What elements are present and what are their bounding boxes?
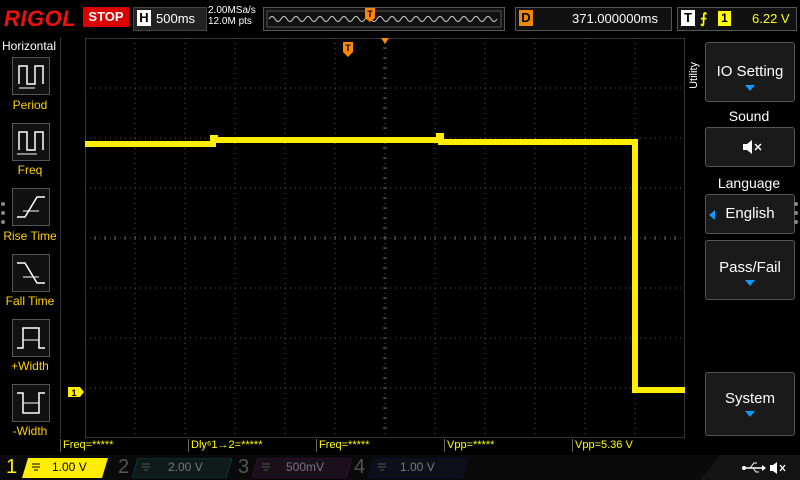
channel-3-indicator[interactable]: 3 500mV xyxy=(232,455,352,480)
pass-fail-label: Pass/Fail xyxy=(719,259,781,276)
right-scroll-indicator xyxy=(794,202,798,224)
meas-result-2[interactable]: Dly⁶1→2=***** xyxy=(188,439,315,452)
system-button[interactable]: System xyxy=(705,372,795,436)
freq-icon[interactable] xyxy=(12,123,50,161)
channel-2-indicator[interactable]: 2 2.00 V xyxy=(112,455,232,480)
delay-indicator[interactable]: D 371.000000ms xyxy=(515,7,672,31)
channel-bar: 1 1.00 V 2 2.00 V 3 500mV 4 1.00 V xyxy=(0,455,800,480)
meas-result-1[interactable]: Freq=***** xyxy=(60,439,187,452)
freq-label: Freq xyxy=(17,163,43,177)
delay-value: 371.000000ms xyxy=(572,11,659,26)
trigger-letter: T xyxy=(681,10,695,26)
channel-1-scale: 1.00 V xyxy=(52,460,87,474)
channel-2-number: 2 xyxy=(118,456,130,478)
meas-result-5[interactable]: Vpp=5.36 V xyxy=(572,439,699,452)
language-button[interactable]: English xyxy=(705,194,795,234)
trigger-level: 6.22 V xyxy=(752,11,790,26)
speaker-mute-icon xyxy=(743,140,762,154)
io-setting-label: IO Setting xyxy=(716,63,784,80)
neg-width-icon[interactable] xyxy=(12,384,50,422)
pos-width-label: +Width xyxy=(11,359,49,373)
memory-depth-value: 12.0M pts xyxy=(208,16,252,27)
ch1-offset-marker[interactable]: 1 xyxy=(68,386,84,398)
status-icons xyxy=(700,455,800,480)
chevron-down-icon xyxy=(745,280,755,286)
overview-trigger-letter: T xyxy=(367,9,373,19)
language-value: English xyxy=(725,205,775,222)
left-scroll-indicator xyxy=(1,202,5,224)
acquisition-info: 2.00MSa/s 12.0M pts xyxy=(208,5,256,27)
fall-time-icon[interactable] xyxy=(12,254,50,292)
channel-4-indicator[interactable]: 4 1.00 V xyxy=(348,455,468,480)
timebase-letter: H xyxy=(137,10,151,26)
delay-letter: D xyxy=(519,10,533,26)
pos-width-icon[interactable] xyxy=(12,319,50,357)
timebase-value: 500ms xyxy=(156,11,196,26)
channel-1-number: 1 xyxy=(6,456,18,478)
timebase-indicator[interactable]: H 500ms xyxy=(133,7,207,31)
measure-menu: Horizontal Period Freq Rise Time Fall Ti… xyxy=(0,37,61,438)
channel-4-number: 4 xyxy=(354,456,366,478)
measure-menu-title: Horizontal xyxy=(2,39,57,53)
trigger-source: 1 xyxy=(718,11,731,26)
sound-button[interactable] xyxy=(705,127,795,167)
measurement-results-bar: Freq=***** Dly⁶1→2=***** Freq=***** Vpp=… xyxy=(60,439,700,453)
channel-1-indicator[interactable]: 1 1.00 V xyxy=(0,455,108,480)
overview-wave xyxy=(266,10,502,28)
period-icon[interactable] xyxy=(12,57,50,95)
rise-time-icon[interactable] xyxy=(12,188,50,226)
utility-menu-label: Utility xyxy=(688,62,700,89)
meas-result-4[interactable]: Vpp=***** xyxy=(444,439,571,452)
ch1-marker-letter: 1 xyxy=(71,388,76,398)
run-stop-status[interactable]: STOP xyxy=(83,7,129,27)
neg-width-label: -Width xyxy=(12,424,48,438)
fall-time-label: Fall Time xyxy=(5,294,55,308)
rise-time-label: Rise Time xyxy=(3,229,57,243)
rising-edge-icon: ⨍ xyxy=(700,10,708,26)
sound-heading: Sound xyxy=(728,108,770,124)
brand-logo: RIGOL xyxy=(4,6,77,31)
system-label: System xyxy=(724,390,775,407)
trigger-marker-letter: T xyxy=(345,43,351,53)
pass-fail-button[interactable]: Pass/Fail xyxy=(705,240,795,300)
io-setting-button[interactable]: IO Setting xyxy=(705,42,795,102)
chevron-down-icon xyxy=(745,85,755,91)
overview-trigger-marker: T xyxy=(365,8,375,22)
channel-3-number: 3 xyxy=(238,456,250,478)
sample-rate-value: 2.00MSa/s xyxy=(208,5,256,16)
chevron-down-icon xyxy=(745,411,755,417)
channel-4-scale: 1.00 V xyxy=(400,460,435,474)
top-status-bar: RIGOL STOP H 500ms 2.00MSa/s 12.0M pts T… xyxy=(0,0,800,36)
chevron-left-icon xyxy=(709,210,715,220)
waveform-display[interactable]: T xyxy=(85,38,685,438)
language-heading: Language xyxy=(717,175,781,191)
period-label: Period xyxy=(12,98,48,112)
channel-2-scale: 2.00 V xyxy=(168,460,203,474)
memory-waveform-overview: T xyxy=(263,7,505,31)
channel-3-scale: 500mV xyxy=(286,460,325,474)
meas-result-3[interactable]: Freq=***** xyxy=(316,439,443,452)
trigger-indicator[interactable]: T ⨍ 1 6.22 V xyxy=(677,7,797,31)
